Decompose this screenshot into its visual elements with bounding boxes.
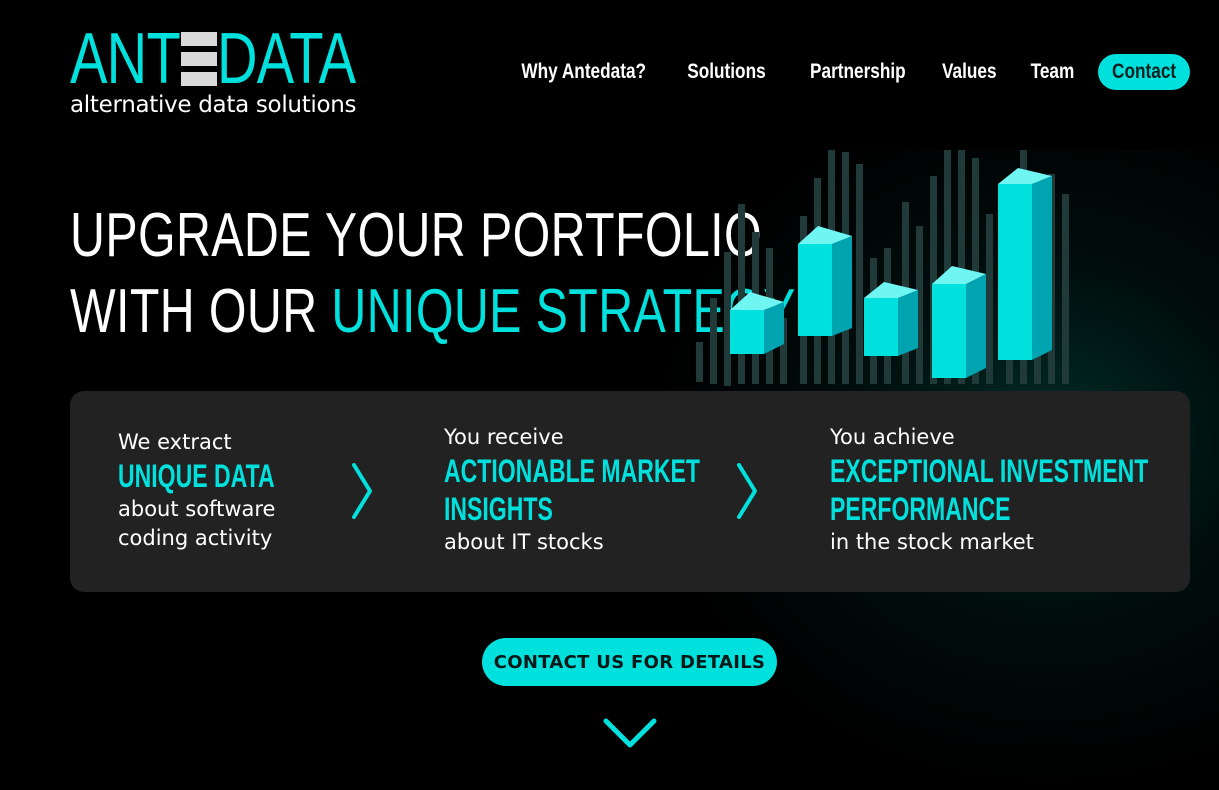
step-3-detail: in the stock market [830,530,1034,554]
contact-us-label: CONTACT US FOR DETAILS [493,651,766,673]
step-1-detail-line-2: coding activity [118,526,273,550]
chevron-down-icon[interactable] [603,718,657,750]
contact-us-button[interactable]: CONTACT US FOR DETAILS [482,638,777,686]
logo-bars-icon [181,32,219,88]
cube-bar-4 [932,266,986,378]
process-steps-card: We extract UNIQUE DATA about software co… [70,391,1190,592]
hero-headline: UPGRADE YOUR PORTFOLIO WITH OUR UNIQUE S… [70,198,796,350]
chevron-right-icon [352,463,372,519]
nav-why-antedata[interactable]: Why Antedata? [521,60,646,84]
hero-bar-chart-graphic [696,150,1069,386]
step-1-detail-line-1: about software [118,497,276,521]
step-1-intro: We extract [118,430,232,454]
logo-tagline: alternative data solutions [70,92,357,118]
step-extract: We extract UNIQUE DATA about software co… [118,428,335,553]
cube-bar-3 [864,282,918,356]
step-2-highlight-line-1: ACTIONABLE MARKET [444,453,700,489]
brand-logo[interactable]: ANT DATA alternative data solutions [70,19,370,120]
hero-line-1: UPGRADE YOUR PORTFOLIO [70,201,763,270]
nav-team[interactable]: Team [1030,60,1074,84]
nav-partnership[interactable]: Partnership [810,60,906,84]
main-nav: Why Antedata? Solutions Partnership Valu… [470,54,1190,90]
step-achieve: You achieve EXCEPTIONAL INVESTMENT PERFO… [830,423,1219,557]
step-3-intro: You achieve [830,425,955,449]
hero-line-2: WITH OUR UNIQUE STRATEGY [70,274,796,350]
hero-line-2-plain: WITH OUR [70,277,332,346]
step-3-highlight-line-1: EXCEPTIONAL INVESTMENT [830,453,1149,489]
nav-values[interactable]: Values [942,60,997,84]
logo-text-left: ANT [70,19,181,99]
chevron-right-icon [737,463,757,519]
cube-bar-2 [798,226,852,336]
step-1-highlight: UNIQUE DATA [118,458,275,494]
logo-text-right: DATA [217,19,356,99]
nav-contact-label: Contact [1111,60,1177,83]
nav-contact-button[interactable]: Contact [1098,54,1190,90]
step-3-highlight-line-2: PERFORMANCE [830,491,1011,527]
step-2-detail: about IT stocks [444,530,604,554]
nav-solutions[interactable]: Solutions [687,60,765,84]
cube-bar-5 [998,168,1052,360]
step-2-highlight-line-2: INSIGHTS [444,491,553,527]
step-2-intro: You receive [444,425,564,449]
